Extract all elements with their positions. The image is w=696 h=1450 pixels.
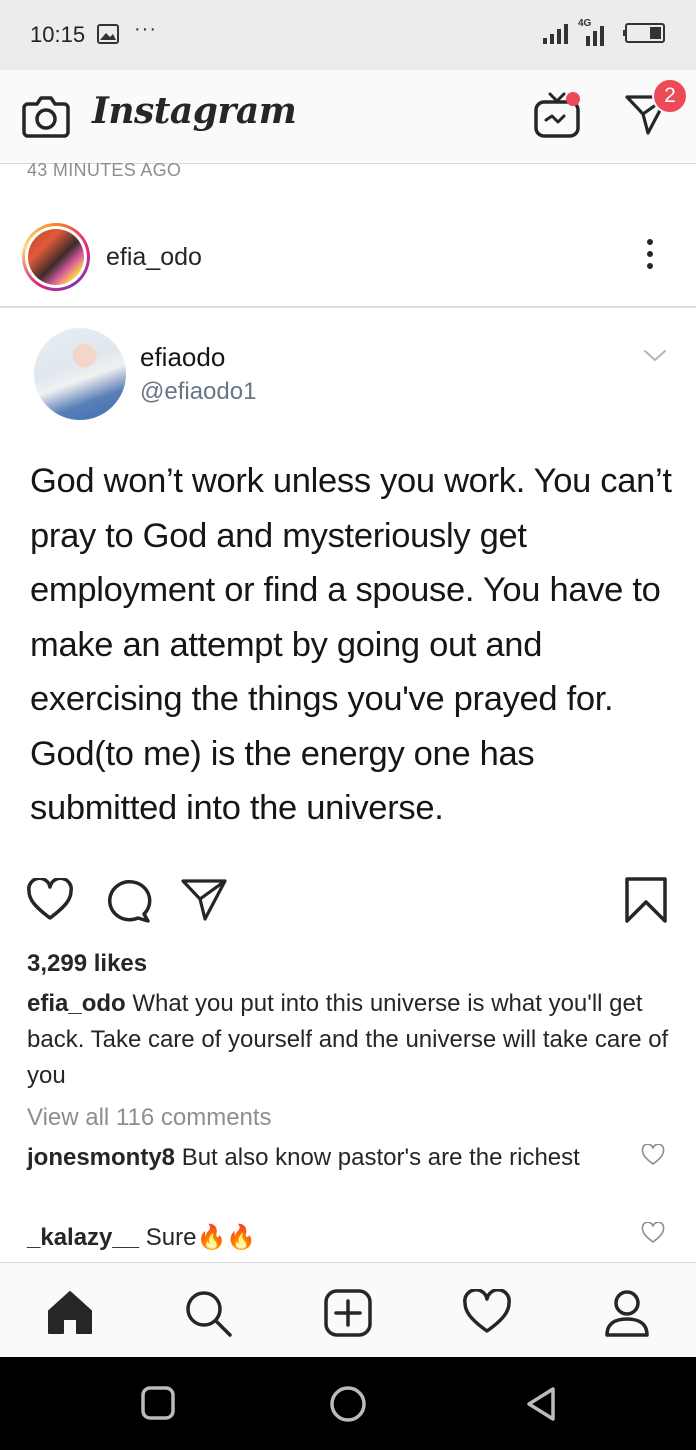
igtv-notification-dot — [566, 92, 580, 106]
post-header: efia_odo — [0, 205, 696, 305]
search-icon[interactable] — [184, 1289, 234, 1337]
activity-heart-icon[interactable] — [462, 1289, 512, 1335]
network-type: 4G — [578, 18, 612, 46]
more-options-icon[interactable] — [645, 239, 655, 279]
chevron-down-icon — [644, 350, 666, 362]
dm-count-badge: 2 — [652, 78, 688, 114]
view-all-comments-link[interactable]: View all 116 comments — [27, 1104, 272, 1132]
home-button-icon[interactable] — [329, 1385, 367, 1423]
post-time-ago: 43 MINUTES AGO — [27, 160, 182, 180]
comment-text: But also know pastor's are the richest — [181, 1144, 580, 1171]
status-bar: 10:15 ··· 4G — [0, 0, 696, 70]
app-header: Instagram 2 — [0, 70, 696, 164]
post-action-bar — [0, 872, 696, 936]
comment-like-heart-icon[interactable] — [641, 1222, 665, 1244]
comment-icon[interactable] — [104, 878, 152, 924]
comment-text: Sure🔥🔥 — [145, 1224, 257, 1251]
status-time: 10:15 — [30, 22, 86, 47]
heart-icon[interactable] — [26, 878, 74, 922]
camera-icon[interactable] — [22, 94, 70, 138]
bookmark-icon[interactable] — [624, 876, 668, 924]
back-icon[interactable] — [524, 1385, 558, 1423]
bottom-navigation — [0, 1262, 696, 1357]
signal-icon — [543, 24, 568, 44]
profile-icon[interactable] — [604, 1289, 650, 1337]
battery-icon — [623, 23, 665, 43]
signal-2-icon — [586, 26, 604, 46]
comment-item: _kalazy__ Sure🔥🔥 — [27, 1220, 627, 1256]
tweet-author-avatar — [34, 328, 126, 420]
new-post-icon[interactable] — [324, 1289, 372, 1337]
post-author-username[interactable]: efia_odo — [106, 243, 202, 272]
recent-apps-icon[interactable] — [140, 1385, 176, 1421]
home-icon[interactable] — [46, 1289, 94, 1335]
caption-username[interactable]: efia_odo — [27, 990, 126, 1017]
comment-item: jonesmonty8 But also know pastor's are t… — [27, 1140, 627, 1176]
comment-username[interactable]: jonesmonty8 — [27, 1144, 175, 1171]
likes-count[interactable]: 3,299 likes — [27, 950, 147, 978]
comment-username[interactable]: _kalazy__ — [27, 1224, 139, 1251]
tweet-text: God won’t work unless you work. You can’… — [30, 462, 672, 827]
tweet-display-name: efiaodo — [140, 342, 226, 372]
post-author-avatar[interactable] — [22, 223, 90, 291]
tweet-handle: @efiaodo1 — [140, 378, 257, 405]
system-navigation-bar — [0, 1357, 696, 1450]
image-notification-icon — [97, 24, 119, 44]
status-more-indicator: ··· — [134, 18, 157, 40]
post-image[interactable]: efiaodo @efiaodo1 God won’t work unless … — [0, 308, 696, 856]
instagram-logo: Instagram — [92, 90, 297, 132]
share-icon[interactable] — [180, 878, 228, 922]
post-caption: efia_odo What you put into this universe… — [27, 986, 677, 1094]
comment-like-heart-icon[interactable] — [641, 1144, 665, 1166]
